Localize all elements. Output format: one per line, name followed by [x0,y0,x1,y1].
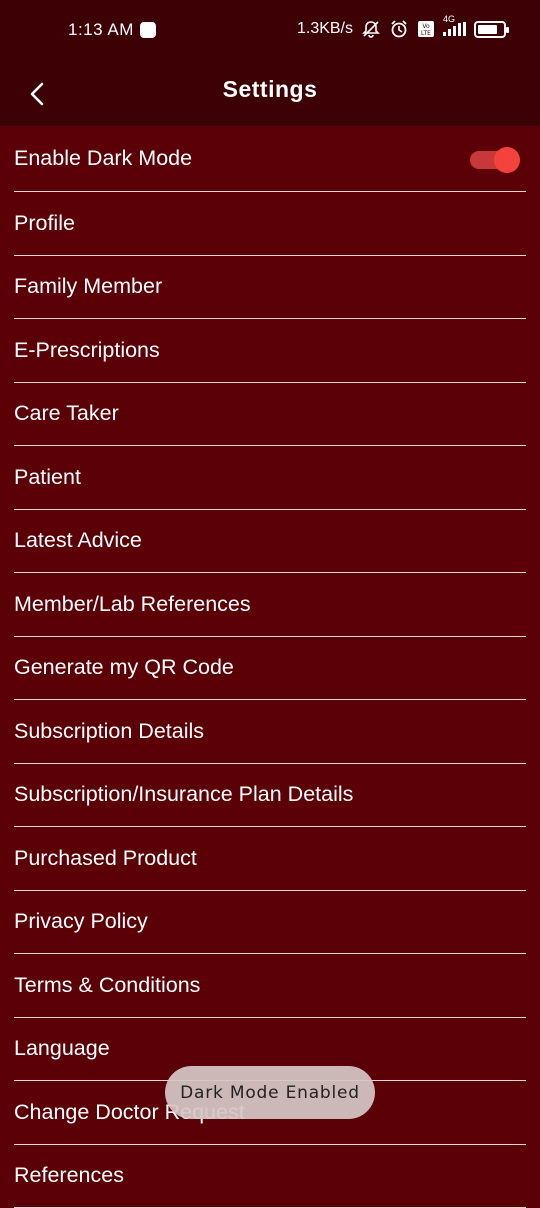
settings-item-references[interactable]: References [14,1145,526,1208]
settings-item-subscription-insurance-plan-details[interactable]: Subscription/Insurance Plan Details [14,764,526,828]
alarm-icon [389,19,409,39]
status-left: 1:13 AM [68,20,156,40]
signal-icon: 4G [443,22,466,36]
settings-item-label: Member/Lab References [14,592,251,617]
status-bar: 1:13 AM 1.3KB/s VoLTE 4G [0,0,540,62]
settings-item-terms-conditions[interactable]: Terms & Conditions [14,954,526,1018]
settings-item-generate-my-qr-code[interactable]: Generate my QR Code [14,637,526,701]
settings-item-purchased-product[interactable]: Purchased Product [14,827,526,891]
settings-item-label: E-Prescriptions [14,338,160,363]
settings-item-label: Care Taker [14,401,119,426]
settings-item-label: Language [14,1036,110,1061]
settings-item-label: Terms & Conditions [14,973,200,998]
toggle-thumb [494,147,520,173]
settings-item-label: Purchased Product [14,846,197,871]
settings-item-patient[interactable]: Patient [14,446,526,510]
app-bar: Settings [0,62,540,126]
settings-item-label: References [14,1163,124,1188]
status-right: 1.3KB/s VoLTE 4G [297,19,506,39]
svg-text:LTE: LTE [421,30,431,37]
dark-mode-label: Enable Dark Mode [14,146,192,171]
dark-mode-toggle[interactable] [470,147,520,171]
settings-item-label: Profile [14,211,75,236]
settings-item-member-lab-references[interactable]: Member/Lab References [14,573,526,637]
volte-icon: VoLTE [417,20,435,38]
settings-item-label: Patient [14,465,81,490]
settings-item-family-member[interactable]: Family Member [14,256,526,320]
settings-item-privacy-policy[interactable]: Privacy Policy [14,891,526,955]
page-title: Settings [0,76,540,103]
settings-item-subscription-details[interactable]: Subscription Details [14,700,526,764]
notification-icon [140,22,156,38]
net-speed: 1.3KB/s [297,20,353,38]
battery-fill [478,25,497,34]
battery-icon [474,21,506,38]
mute-icon [361,19,381,39]
settings-item-label: Generate my QR Code [14,655,234,680]
settings-item-label: Privacy Policy [14,909,148,934]
settings-item-label: Family Member [14,274,162,299]
svg-text:Vo: Vo [422,23,430,30]
settings-item-label: Latest Advice [14,528,142,553]
settings-item-label: Subscription/Insurance Plan Details [14,782,353,807]
settings-item-care-taker[interactable]: Care Taker [14,383,526,447]
status-time: 1:13 AM [68,20,134,40]
toast: Dark Mode Enabled [165,1066,375,1119]
dark-mode-row[interactable]: Enable Dark Mode [14,126,526,192]
settings-item-e-prescriptions[interactable]: E-Prescriptions [14,319,526,383]
settings-item-label: Subscription Details [14,719,204,744]
settings-item-latest-advice[interactable]: Latest Advice [14,510,526,574]
network-type: 4G [443,14,455,24]
settings-list: Enable Dark Mode Profile Family Member E-P… [14,126,526,1208]
settings-item-profile[interactable]: Profile [14,192,526,256]
